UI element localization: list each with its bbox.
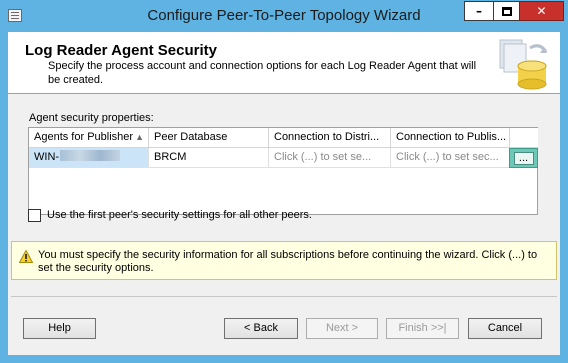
page-title: Log Reader Agent Security [25, 42, 217, 59]
minimize-button[interactable]: – [464, 1, 494, 21]
column-header-distributor-connection[interactable]: Connection to Distri... [269, 128, 391, 148]
wizard-window: Configure Peer-To-Peer Topology Wizard –… [0, 0, 568, 363]
close-button[interactable]: ✕ [519, 1, 564, 21]
cancel-button[interactable]: Cancel [468, 318, 542, 339]
agent-security-label: Agent security properties: [29, 112, 154, 124]
warning-message: You must specify the security informatio… [38, 249, 538, 274]
use-first-peer-settings-label[interactable]: Use the first peer's security settings f… [47, 209, 312, 221]
column-header-peer-database[interactable]: Peer Database [149, 128, 269, 148]
agent-name: WIN- [34, 151, 60, 163]
redacted-hostname [60, 150, 121, 161]
database-sync-icon [499, 39, 548, 90]
page-subtitle: Specify the process account and connecti… [48, 60, 477, 86]
agent-security-grid[interactable]: Agents for Publisher ▲ Peer Database Con… [28, 127, 538, 215]
column-header-label: Agents for Publisher [34, 131, 134, 143]
cell-agent[interactable]: WIN- [29, 148, 149, 168]
ellipsis-label: ... [513, 152, 534, 165]
next-button[interactable]: Next > [306, 318, 378, 339]
wizard-body: Log Reader Agent Security Specify the pr… [8, 32, 560, 355]
warning-banner: You must specify the security informatio… [11, 241, 557, 280]
cell-distributor-connection[interactable]: Click (...) to set se... [269, 148, 391, 168]
sort-ascending-icon: ▲ [135, 132, 144, 142]
maximize-button[interactable] [493, 1, 520, 21]
cell-peer-database[interactable]: BRCM [149, 148, 269, 168]
wizard-header: Log Reader Agent Security Specify the pr… [8, 32, 560, 94]
help-button[interactable]: Help [23, 318, 96, 339]
title-bar[interactable]: Configure Peer-To-Peer Topology Wizard –… [0, 0, 568, 32]
column-header-publisher-connection[interactable]: Connection to Publis... [391, 128, 510, 148]
back-button[interactable]: < Back [224, 318, 298, 339]
finish-button[interactable]: Finish >>| [386, 318, 459, 339]
set-security-ellipsis-button[interactable]: ... [509, 148, 538, 168]
button-separator [11, 296, 557, 297]
column-header-agents[interactable]: Agents for Publisher ▲ [29, 128, 149, 148]
close-icon: ✕ [536, 4, 547, 18]
warning-icon [19, 250, 33, 263]
use-first-peer-settings-checkbox[interactable] [28, 209, 41, 222]
maximize-icon [501, 7, 512, 16]
column-header-blank [510, 128, 538, 148]
cell-publisher-connection[interactable]: Click (...) to set sec... [391, 148, 510, 168]
